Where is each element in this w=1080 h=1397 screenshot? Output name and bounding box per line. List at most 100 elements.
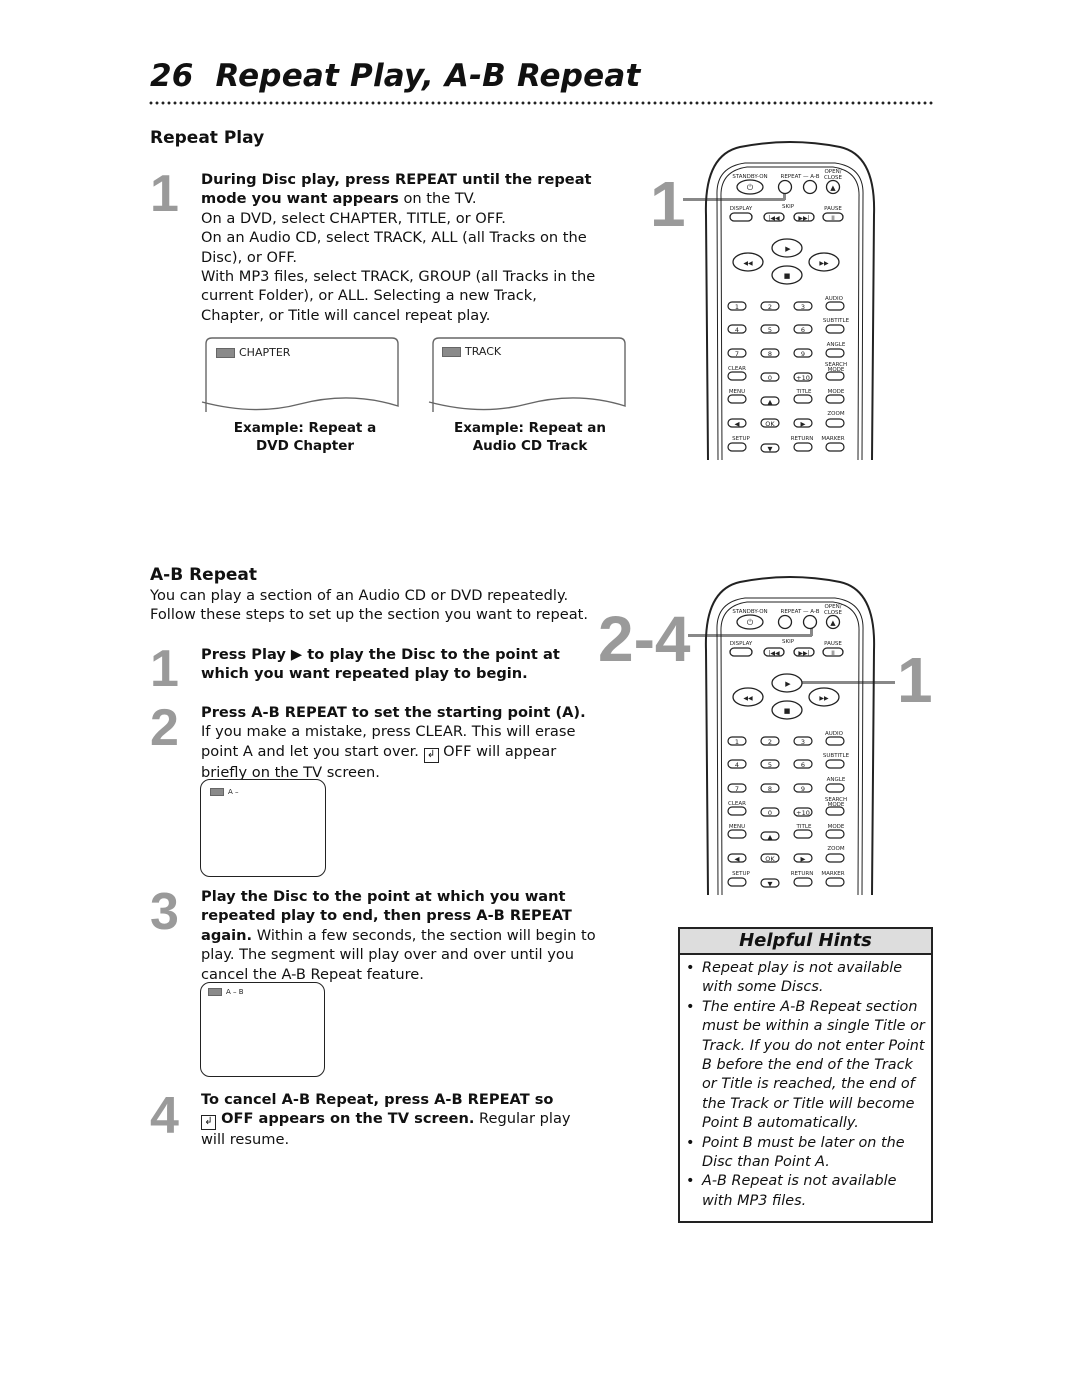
example-caption-track: Example: Repeat an Audio CD Track xyxy=(430,419,630,455)
svg-text:1: 1 xyxy=(735,738,739,746)
step-instruction: OFF appears on the TV screen. xyxy=(216,1110,475,1128)
ab-repeat-step-4: To cancel A-B Repeat, press A-B REPEAT s… xyxy=(201,1090,596,1150)
svg-text:4: 4 xyxy=(735,326,739,334)
svg-text:◀◀: ◀◀ xyxy=(743,260,753,267)
osd-text: A – B xyxy=(226,988,244,996)
svg-text:MENU: MENU xyxy=(729,824,745,830)
svg-text:TITLE: TITLE xyxy=(796,824,812,830)
svg-text:▶: ▶ xyxy=(801,420,806,428)
svg-text:▶: ▶ xyxy=(801,855,806,863)
svg-text:▶: ▶ xyxy=(785,680,791,688)
step-number: 1 xyxy=(150,165,179,223)
svg-text:CLEAR: CLEAR xyxy=(728,366,746,372)
svg-text:ZOOM: ZOOM xyxy=(827,411,844,417)
svg-text:◀◀: ◀◀ xyxy=(743,695,753,702)
caption-line: Audio CD Track xyxy=(472,438,588,454)
repeat-osd-icon xyxy=(442,346,461,357)
svg-text:8: 8 xyxy=(768,785,772,793)
tv-osd-chapter: CHAPTER xyxy=(216,346,290,359)
svg-text:6: 6 xyxy=(801,761,805,769)
svg-text:▲: ▲ xyxy=(768,398,773,406)
mp3-option-text: With MP3 files, select TRACK, GROUP (all… xyxy=(201,268,596,324)
svg-text:▲: ▲ xyxy=(830,619,836,627)
svg-text:5: 5 xyxy=(768,761,772,769)
svg-text:MARKER: MARKER xyxy=(821,871,844,877)
svg-text:DISPLAY: DISPLAY xyxy=(730,206,753,212)
repeat-osd-icon xyxy=(208,988,222,996)
svg-text:▼: ▼ xyxy=(768,880,773,888)
svg-text:9: 9 xyxy=(801,350,805,358)
svg-text:ZOOM: ZOOM xyxy=(827,846,844,852)
svg-text:▶▶|: ▶▶| xyxy=(798,215,809,222)
svg-text:SETUP: SETUP xyxy=(732,436,750,442)
caption-line: Example: Repeat an xyxy=(453,420,606,436)
example-caption-chapter: Example: Repeat a DVD Chapter xyxy=(205,419,405,455)
svg-text:7: 7 xyxy=(735,350,739,358)
step-instruction: Press Play ▶ to play the Disc to the poi… xyxy=(201,646,560,683)
hints-list: Repeat play is not available with some D… xyxy=(680,959,931,1211)
svg-text:REPEAT — A-B: REPEAT — A-B xyxy=(781,609,820,615)
svg-text:RETURN: RETURN xyxy=(791,871,814,877)
ab-repeat-heading: A-B Repeat xyxy=(150,565,258,585)
svg-text:SUBTITLE: SUBTITLE xyxy=(823,318,850,324)
svg-text:8: 8 xyxy=(768,350,772,358)
ab-repeat-step-2: Press A-B REPEAT to set the starting poi… xyxy=(201,703,586,782)
svg-text:▲: ▲ xyxy=(830,184,836,192)
tv-osd-point-ab: A – B xyxy=(208,988,244,996)
svg-text:ANGLE: ANGLE xyxy=(827,777,846,783)
step-number: 3 xyxy=(150,883,179,941)
svg-text:MARKER: MARKER xyxy=(821,436,844,442)
osd-text: A – xyxy=(228,788,239,796)
svg-text:OK: OK xyxy=(765,855,775,863)
caption-line: DVD Chapter xyxy=(255,438,355,454)
svg-text:PAUSE: PAUSE xyxy=(824,641,842,647)
svg-text:▶: ▶ xyxy=(785,245,791,253)
step-instruction: Press A-B REPEAT to set the starting poi… xyxy=(201,704,586,721)
step-number: 2 xyxy=(150,699,179,757)
remote-control-illustration: STANDBY-ON REPEAT — A-B OPEN/CLOSE DISPL… xyxy=(704,141,876,460)
svg-text:6: 6 xyxy=(801,326,805,334)
svg-text:3: 3 xyxy=(801,303,805,311)
tv-osd-point-a: A – xyxy=(210,788,239,796)
svg-text:5: 5 xyxy=(768,326,772,334)
step-instruction: During Disc play, press REPEAT until the… xyxy=(201,171,592,208)
repeat-play-step-1: During Disc play, press REPEAT until the… xyxy=(201,170,596,325)
svg-text:MODE: MODE xyxy=(828,824,845,830)
hint-item: The entire A-B Repeat section must be wi… xyxy=(686,998,925,1134)
svg-text:RETURN: RETURN xyxy=(791,436,814,442)
step-instruction-rest: Within a few seconds, the section will b… xyxy=(201,926,596,983)
repeat-osd-icon xyxy=(216,347,235,358)
caption-line: Example: Repeat a xyxy=(233,420,377,436)
svg-text:|◀◀: |◀◀ xyxy=(768,215,780,222)
svg-text:ANGLE: ANGLE xyxy=(827,342,846,348)
standby-label: STANDBY-ON xyxy=(732,174,767,180)
svg-text:■: ■ xyxy=(784,272,791,280)
svg-text:▶▶: ▶▶ xyxy=(819,695,829,702)
svg-text:OK: OK xyxy=(765,420,775,428)
callout-step-number: 1 xyxy=(650,168,686,240)
svg-text:1: 1 xyxy=(735,303,739,311)
step-instruction: To cancel A-B Repeat, press A-B REPEAT s… xyxy=(201,1091,554,1108)
svg-text:2: 2 xyxy=(768,303,772,311)
osd-text: CHAPTER xyxy=(239,346,291,359)
repeat-osd-icon xyxy=(210,788,224,796)
svg-text:◀: ◀ xyxy=(735,420,740,428)
svg-text:SUBTITLE: SUBTITLE xyxy=(823,753,850,759)
svg-text:TITLE: TITLE xyxy=(796,389,812,395)
svg-text:MODE: MODE xyxy=(828,389,845,395)
repeat-icon: ↲ xyxy=(423,747,439,763)
hint-item: A-B Repeat is not available with MP3 fil… xyxy=(686,1172,925,1211)
ab-repeat-step-1: Press Play ▶ to play the Disc to the poi… xyxy=(201,645,581,684)
svg-text:II: II xyxy=(831,650,835,657)
step-number: 4 xyxy=(150,1087,179,1145)
ab-repeat-intro: You can play a section of an Audio CD or… xyxy=(150,587,589,624)
ab-repeat-step-3: Play the Disc to the point at which you … xyxy=(201,887,596,984)
dvd-option-text: On a DVD, select CHAPTER, TITLE, or OFF. xyxy=(201,209,506,227)
svg-text:+10: +10 xyxy=(796,809,810,817)
step-instruction-rest: on the TV. xyxy=(398,190,477,208)
svg-text:SKIP: SKIP xyxy=(782,204,795,210)
svg-text:0: 0 xyxy=(768,374,772,382)
svg-text:▲: ▲ xyxy=(768,833,773,841)
svg-text:REPEAT — A-B: REPEAT — A-B xyxy=(781,174,820,180)
svg-text:0: 0 xyxy=(768,809,772,817)
